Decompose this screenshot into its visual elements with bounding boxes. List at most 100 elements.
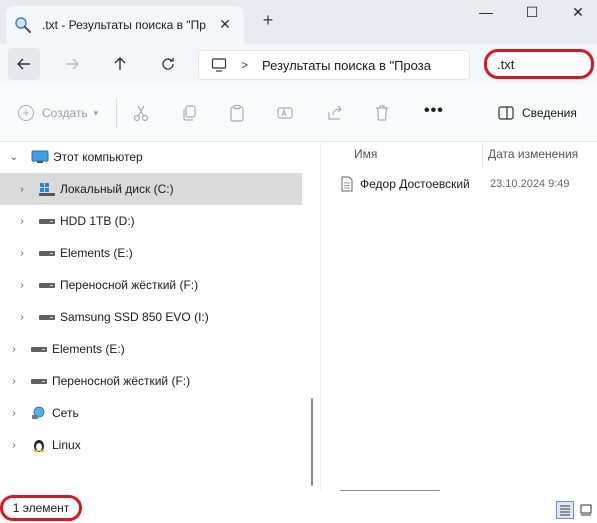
tree-item-drive-e[interactable]: › Elements (E:): [0, 237, 302, 269]
breadcrumb[interactable]: Результаты поиска в "Проза: [262, 58, 462, 73]
status-bar: 1 элемент: [0, 491, 597, 523]
tree-item-drive-c[interactable]: › Локальный диск (C:): [0, 173, 302, 205]
tiles-view-icon: [580, 504, 592, 516]
tree-item-linux[interactable]: › Linux: [0, 429, 302, 461]
arrow-left-icon: [17, 58, 30, 70]
chevron-down-icon: ▾: [93, 107, 99, 118]
cut-button[interactable]: [132, 104, 150, 122]
tree-item-label: Linux: [52, 438, 81, 452]
column-header-date[interactable]: Дата изменения: [488, 147, 578, 161]
tree-item-drive-f[interactable]: › Переносной жёсткий (F:): [0, 269, 302, 301]
chevron-right-icon[interactable]: ›: [8, 376, 20, 387]
refresh-button[interactable]: [152, 48, 184, 80]
chevron-right-icon[interactable]: ›: [8, 344, 20, 355]
scissors-icon: [133, 105, 149, 122]
refresh-icon: [162, 58, 174, 70]
chevron-right-icon[interactable]: ›: [8, 408, 20, 419]
details-label: Сведения: [522, 106, 577, 120]
drive-icon: [31, 379, 47, 384]
copy-icon: [183, 105, 196, 121]
minimize-button[interactable]: —: [468, 4, 504, 24]
clipboard-icon: [230, 104, 244, 122]
search-input[interactable]: [497, 56, 587, 72]
chevron-down-icon[interactable]: ⌄: [8, 152, 20, 163]
drive-icon: [31, 347, 47, 352]
tree-item-label: HDD 1TB (D:): [60, 214, 135, 228]
tab-title: .txt - Результаты поиска в "Пр: [42, 18, 206, 32]
file-row[interactable]: Федор Достоевский - Бедные люди.txt 23.1…: [340, 173, 597, 195]
tree-item-this-pc[interactable]: ⌄ Этот компьютер: [0, 141, 302, 173]
tree-item-label: Переносной жёсткий (F:): [52, 374, 191, 388]
chevron-right-icon[interactable]: ›: [16, 216, 28, 227]
address-bar[interactable]: > Результаты поиска в "Проза: [198, 50, 470, 80]
new-tab-button[interactable]: +: [258, 10, 278, 31]
chevron-right-icon[interactable]: ›: [16, 248, 28, 259]
up-button[interactable]: [104, 48, 136, 80]
monitor-icon: [31, 150, 49, 163]
navigation-pane: ⌄ Этот компьютер › Локальный диск (C:) ›…: [0, 143, 318, 491]
plus-icon: +: [18, 105, 34, 121]
tree-item-network[interactable]: › Сеть: [0, 397, 302, 429]
windows-drive-icon: [39, 183, 55, 196]
network-icon: [32, 406, 45, 419]
tree-item-label: Elements (E:): [52, 342, 125, 356]
column-header-name[interactable]: Имя: [354, 147, 377, 161]
column-separator[interactable]: [482, 143, 483, 167]
back-button[interactable]: [8, 48, 40, 80]
chevron-right-icon[interactable]: ›: [16, 312, 28, 323]
close-window-button[interactable]: ✕: [560, 4, 596, 24]
tree-item-drive-d[interactable]: › HDD 1TB (D:): [0, 205, 302, 237]
drive-icon: [39, 315, 55, 320]
tree-item-label: Локальный диск (C:): [60, 182, 174, 196]
tree-item-portable[interactable]: › Переносной жёсткий (F:): [0, 365, 302, 397]
share-button[interactable]: [326, 104, 344, 122]
arrow-up-icon: [114, 57, 126, 70]
forward-button[interactable]: [56, 48, 88, 80]
tree-item-label: Этот компьютер: [53, 150, 143, 164]
tree-item-label: Переносной жёсткий (F:): [60, 278, 199, 292]
copy-button[interactable]: [180, 104, 198, 122]
pane-divider[interactable]: [320, 143, 321, 491]
share-icon: [328, 105, 342, 120]
details-pane-icon: [498, 106, 514, 120]
computer-icon: [211, 58, 227, 72]
address-row: > Результаты поиска в "Проза: [0, 44, 597, 84]
delete-button[interactable]: [373, 104, 391, 122]
search-box[interactable]: [484, 49, 594, 79]
paste-button[interactable]: [228, 104, 246, 122]
details-view-button[interactable]: [556, 501, 574, 519]
tree-item-label: Samsung SSD 850 EVO (I:): [60, 310, 209, 324]
rename-button[interactable]: [276, 104, 294, 122]
tab-close-button[interactable]: ✕: [216, 16, 234, 33]
drive-icon: [39, 219, 55, 224]
explorer-tab[interactable]: .txt - Результаты поиска в "Пр ✕: [6, 6, 244, 44]
search-icon: [15, 17, 32, 34]
chevron-right-icon[interactable]: ›: [16, 184, 28, 195]
nav-scrollbar[interactable]: [311, 398, 313, 486]
drive-icon: [39, 251, 55, 256]
arrow-right-icon: [66, 58, 79, 70]
list-view-icon: [560, 505, 570, 516]
trash-icon: [376, 105, 388, 121]
chevron-right-icon[interactable]: ›: [16, 280, 28, 291]
text-file-icon: [341, 176, 353, 192]
more-options-button[interactable]: •••: [424, 102, 444, 120]
command-bar: + Создать ▾ ••• Сведения: [0, 84, 597, 142]
tree-item-elements[interactable]: › Elements (E:): [0, 333, 302, 365]
toolbar-divider: [116, 98, 117, 128]
breadcrumb-chevron[interactable]: >: [241, 58, 248, 72]
create-button[interactable]: + Создать ▾: [18, 105, 98, 121]
tiles-view-button[interactable]: [577, 501, 595, 519]
item-count-label: 1 элемент: [12, 501, 70, 515]
details-button[interactable]: Сведения: [498, 106, 577, 120]
tree-item-label: Сеть: [52, 406, 79, 420]
create-label: Создать: [42, 106, 88, 120]
title-bar: .txt - Результаты поиска в "Пр ✕ + — ☐ ✕: [0, 0, 597, 44]
rename-icon: [277, 107, 293, 119]
tree-item-drive-i[interactable]: › Samsung SSD 850 EVO (I:): [0, 301, 302, 333]
maximize-button[interactable]: ☐: [514, 4, 550, 24]
file-name: Федор Достоевский - Бедные люди.txt: [360, 177, 473, 191]
tree-item-label: Elements (E:): [60, 246, 133, 260]
file-list-pane: Имя Дата изменения Федор Достоевский - Б…: [320, 143, 597, 492]
chevron-right-icon[interactable]: ›: [8, 440, 20, 451]
